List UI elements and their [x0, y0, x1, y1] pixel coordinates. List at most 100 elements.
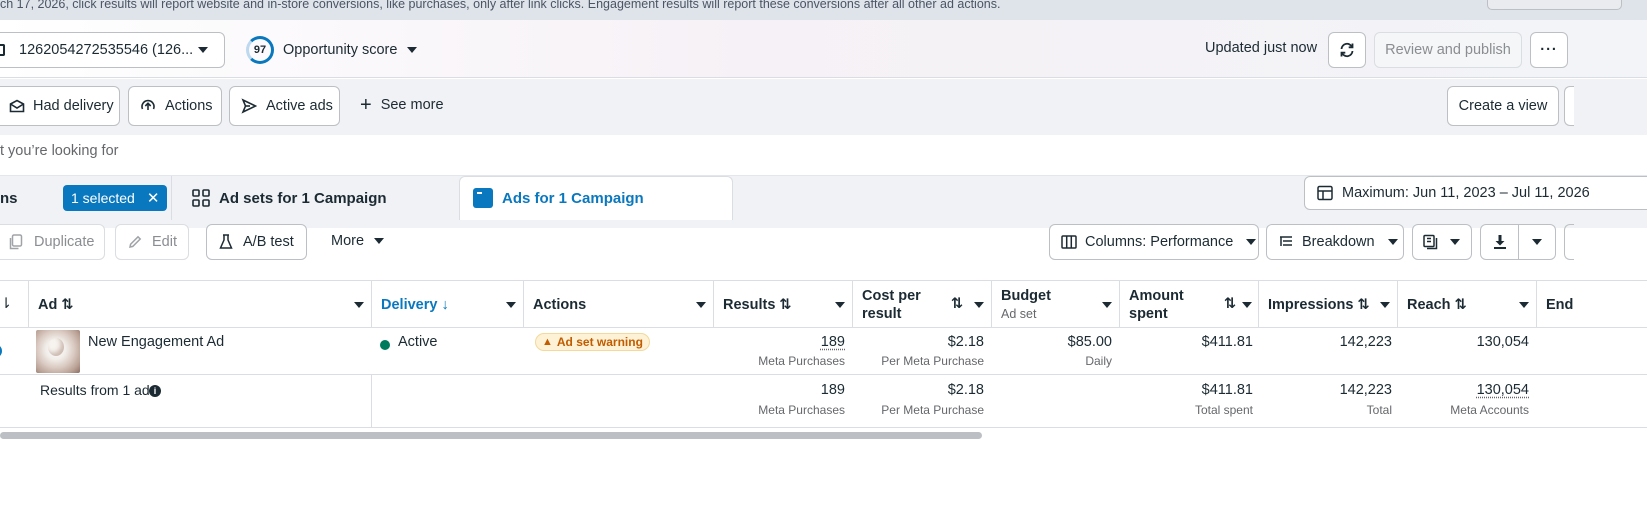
date-range-picker[interactable]: Maximum: Jun 11, 2023 – Jul 11, 2026 [1304, 176, 1647, 210]
see-more-label: See more [380, 97, 444, 113]
column-header-ad[interactable]: Ad ⇅ [29, 280, 372, 328]
selected-label: 1 selected [71, 190, 135, 206]
sort-icon[interactable]: ⇅ [1455, 297, 1467, 313]
chevron-down-icon[interactable] [696, 302, 706, 308]
export-button[interactable] [1480, 224, 1556, 260]
review-publish-label: Review and publish [1385, 42, 1511, 58]
header-label: Results [723, 297, 776, 313]
create-view-button[interactable]: Create a view [1447, 86, 1559, 126]
summary-label: Results from 1 ad [40, 382, 150, 398]
edit-button[interactable]: Edit [115, 224, 189, 260]
refresh-button[interactable] [1328, 32, 1366, 68]
see-more-button[interactable]: + See more [360, 95, 444, 115]
chevron-down-icon[interactable] [1102, 302, 1112, 308]
column-header-impressions[interactable]: Impressions ⇅ [1259, 280, 1398, 328]
more-options-button[interactable]: ··· [1530, 32, 1568, 68]
summary-reach-subtext: Meta Accounts [1450, 403, 1529, 417]
results-subtext: Meta Purchases [758, 354, 845, 368]
calendar-table-icon [1317, 185, 1333, 201]
filter-had-delivery[interactable]: Had delivery [0, 86, 120, 126]
chevron-down-icon [374, 238, 385, 244]
column-header-delivery[interactable]: Delivery ↓ [372, 280, 524, 328]
ad-thumbnail[interactable] [36, 330, 80, 373]
account-selector[interactable]: 1262054272535546 (126... [0, 32, 225, 68]
reports-button[interactable] [1412, 224, 1472, 260]
column-header-amount-spent[interactable]: Amount spent ⇅ [1120, 280, 1259, 328]
banner-button[interactable] [1487, 0, 1622, 10]
sort-icon[interactable]: ⇅ [61, 297, 73, 313]
search-bar[interactable]: t you’re looking for [0, 135, 1647, 176]
header-label: Actions [533, 297, 587, 313]
close-icon[interactable]: ✕ [147, 189, 160, 207]
summary-cost: $2.18 [947, 382, 984, 398]
columns-icon [1061, 235, 1077, 249]
header-label: Cost per [862, 288, 921, 304]
upload-circle-icon [141, 99, 155, 110]
refresh-icon [1340, 42, 1354, 58]
panel-edge [1564, 224, 1574, 260]
download-icon [1493, 235, 1506, 249]
review-publish-button[interactable]: Review and publish [1374, 32, 1522, 68]
export-menu-segment[interactable] [1519, 225, 1555, 259]
banner-text: ch 17, 2026, click results will report w… [0, 0, 1001, 11]
sort-icon[interactable]: ⇅ [1357, 297, 1369, 313]
summary-impressions: 142,223 [1339, 382, 1392, 398]
sort-icon[interactable]: ⇅ [951, 296, 963, 312]
header-label: result [862, 306, 902, 322]
download-segment[interactable] [1481, 225, 1519, 259]
chevron-down-icon[interactable] [1519, 302, 1529, 308]
chevron-down-icon[interactable] [1380, 302, 1390, 308]
ab-test-button[interactable]: A/B test [206, 224, 307, 260]
tab-label: Ad sets for 1 Campaign [219, 190, 387, 207]
account-label: 1262054272535546 (126... [19, 42, 194, 58]
filter-active-ads[interactable]: Active ads [229, 86, 340, 126]
tab-campaigns[interactable]: ns 1 selected ✕ [0, 176, 172, 220]
delivery-status: Active [398, 334, 438, 350]
summary-cost-subtext: Per Meta Purchase [881, 403, 984, 417]
row-toggle[interactable] [0, 344, 2, 358]
tab-ad-sets[interactable]: Ad sets for 1 Campaign [180, 176, 455, 220]
column-header-budget[interactable]: Budget Ad set [992, 280, 1120, 328]
header-label: End [1546, 297, 1574, 313]
chevron-down-icon [1532, 239, 1542, 245]
chevron-down-icon[interactable] [506, 302, 516, 308]
columns-button[interactable]: Columns: Performance [1049, 224, 1259, 260]
horizontal-scrollbar[interactable] [0, 432, 982, 439]
header-label: Budget [1001, 288, 1051, 304]
column-header-cost-per-result[interactable]: Cost per result ⇅ [853, 280, 992, 328]
duplicate-button[interactable]: Duplicate [0, 224, 105, 260]
cost-value: $2.18 [947, 334, 984, 350]
chevron-down-icon[interactable] [835, 302, 845, 308]
chevron-down-icon[interactable] [1242, 302, 1252, 308]
impressions-value: 142,223 [1339, 334, 1392, 350]
more-button[interactable]: More [331, 233, 385, 249]
header-bar: 1262054272535546 (126... 97 Opportunity … [0, 20, 1647, 78]
tab-label: Ads for 1 Campaign [502, 190, 644, 207]
info-icon[interactable]: i [149, 385, 161, 397]
arrow-down-icon[interactable]: ↓ [441, 297, 448, 313]
ad-name[interactable]: New Engagement Ad [88, 334, 224, 350]
sort-icon[interactable]: ⇅ [779, 297, 791, 313]
results-value[interactable]: 189 [821, 334, 845, 350]
search-input[interactable]: t you’re looking for [0, 143, 118, 159]
table-row[interactable]: New Engagement Ad Active ▲ Ad set warnin… [0, 328, 1647, 375]
tab-ads[interactable]: Ads for 1 Campaign [459, 176, 733, 220]
filter-label: Active ads [266, 98, 333, 114]
column-header-ends[interactable]: End [1537, 280, 1647, 328]
opportunity-score[interactable]: 97 Opportunity score [246, 36, 418, 64]
summary-results-subtext: Meta Purchases [758, 403, 845, 417]
info-banner: ch 17, 2026, click results will report w… [0, 0, 1647, 20]
column-header-results[interactable]: Results ⇅ [714, 280, 853, 328]
summary-reach[interactable]: 130,054 [1477, 382, 1529, 398]
chevron-down-icon[interactable] [974, 302, 984, 308]
column-header-reach[interactable]: Reach ⇅ [1398, 280, 1537, 328]
filter-actions[interactable]: Actions [128, 86, 222, 126]
warning-badge[interactable]: ▲ Ad set warning [535, 333, 650, 351]
selected-badge[interactable]: 1 selected ✕ [63, 185, 168, 211]
summary-results: 189 [820, 382, 845, 398]
breakdown-button[interactable]: Breakdown [1266, 224, 1404, 260]
chevron-down-icon[interactable] [354, 302, 364, 308]
sort-icon[interactable]: ⇅ [1224, 296, 1236, 312]
breakdown-label: Breakdown [1302, 234, 1375, 250]
column-header-actions[interactable]: Actions [524, 280, 714, 328]
